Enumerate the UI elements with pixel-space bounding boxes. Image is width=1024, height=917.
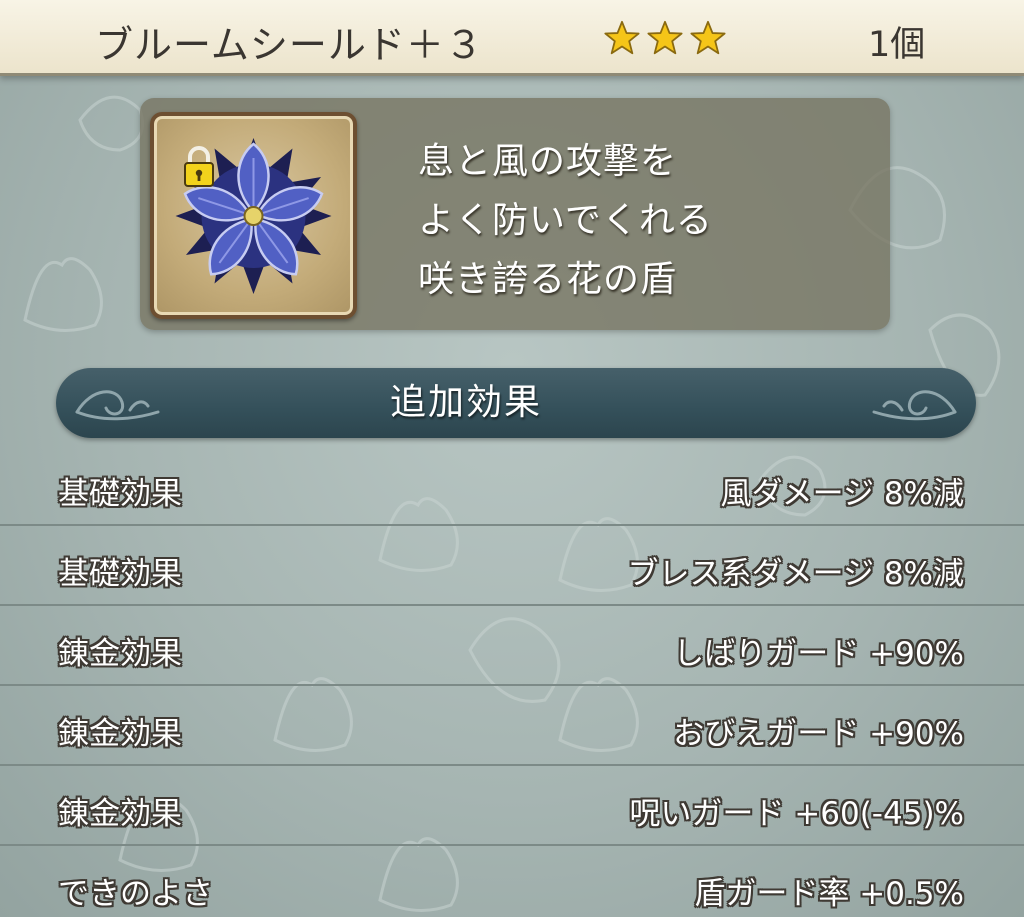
lock-icon [184,146,214,187]
rarity-stars [604,20,726,56]
description-line: 咲き誇る花の盾 [418,259,678,300]
effect-value: おびえガード +90% [673,716,964,752]
description-line: 息と風の攻撃を [418,141,678,182]
item-header-bar: ブルームシールド＋３ 1個 [0,0,1024,76]
effect-value: 風ダメージ 8%減 [720,476,964,512]
effect-label: できのよさ [58,876,213,912]
effect-row: 錬金効果 呪いガード +60(-45)% [0,766,1024,846]
effect-value: 盾ガード率 +0.5% [694,876,964,912]
description-line: よく防いでくれる [418,200,713,241]
effect-label: 錬金効果 [58,636,182,672]
effect-label: 基礎効果 [58,556,182,592]
effect-label: 錬金効果 [58,796,182,832]
section-title: 追加効果 [389,382,542,423]
effect-value: しばりガード +90% [673,636,964,672]
item-name: ブルームシールド＋３ [95,23,484,67]
star-icon [690,20,726,55]
item-icon-frame[interactable] [150,112,357,319]
effect-row: 錬金効果 おびえガード +90% [0,686,1024,766]
effect-value: 呪いガード +60(-45)% [629,796,964,832]
effect-row: 錬金効果 しばりガード +90% [0,606,1024,686]
effect-label: 基礎効果 [58,476,182,512]
additional-effects-banner: 追加効果 [56,368,976,438]
item-description: 息と風の攻撃を よく防いでくれる 咲き誇る花の盾 [418,132,713,309]
effect-row: 基礎効果 ブレス系ダメージ 8%減 [0,526,1024,606]
star-icon [647,20,683,55]
star-icon [604,20,640,55]
effect-row: できのよさ 盾ガード率 +0.5% [0,846,1024,917]
effects-list: 基礎効果 風ダメージ 8%減 基礎効果 ブレス系ダメージ 8%減 錬金効果 しば… [0,446,1024,917]
item-quantity: 1個 [868,25,926,65]
effect-row: 基礎効果 風ダメージ 8%減 [0,446,1024,526]
ornament-flourish-icon [872,390,957,421]
effect-label: 錬金効果 [58,716,182,752]
effect-value: ブレス系ダメージ 8%減 [627,556,964,592]
